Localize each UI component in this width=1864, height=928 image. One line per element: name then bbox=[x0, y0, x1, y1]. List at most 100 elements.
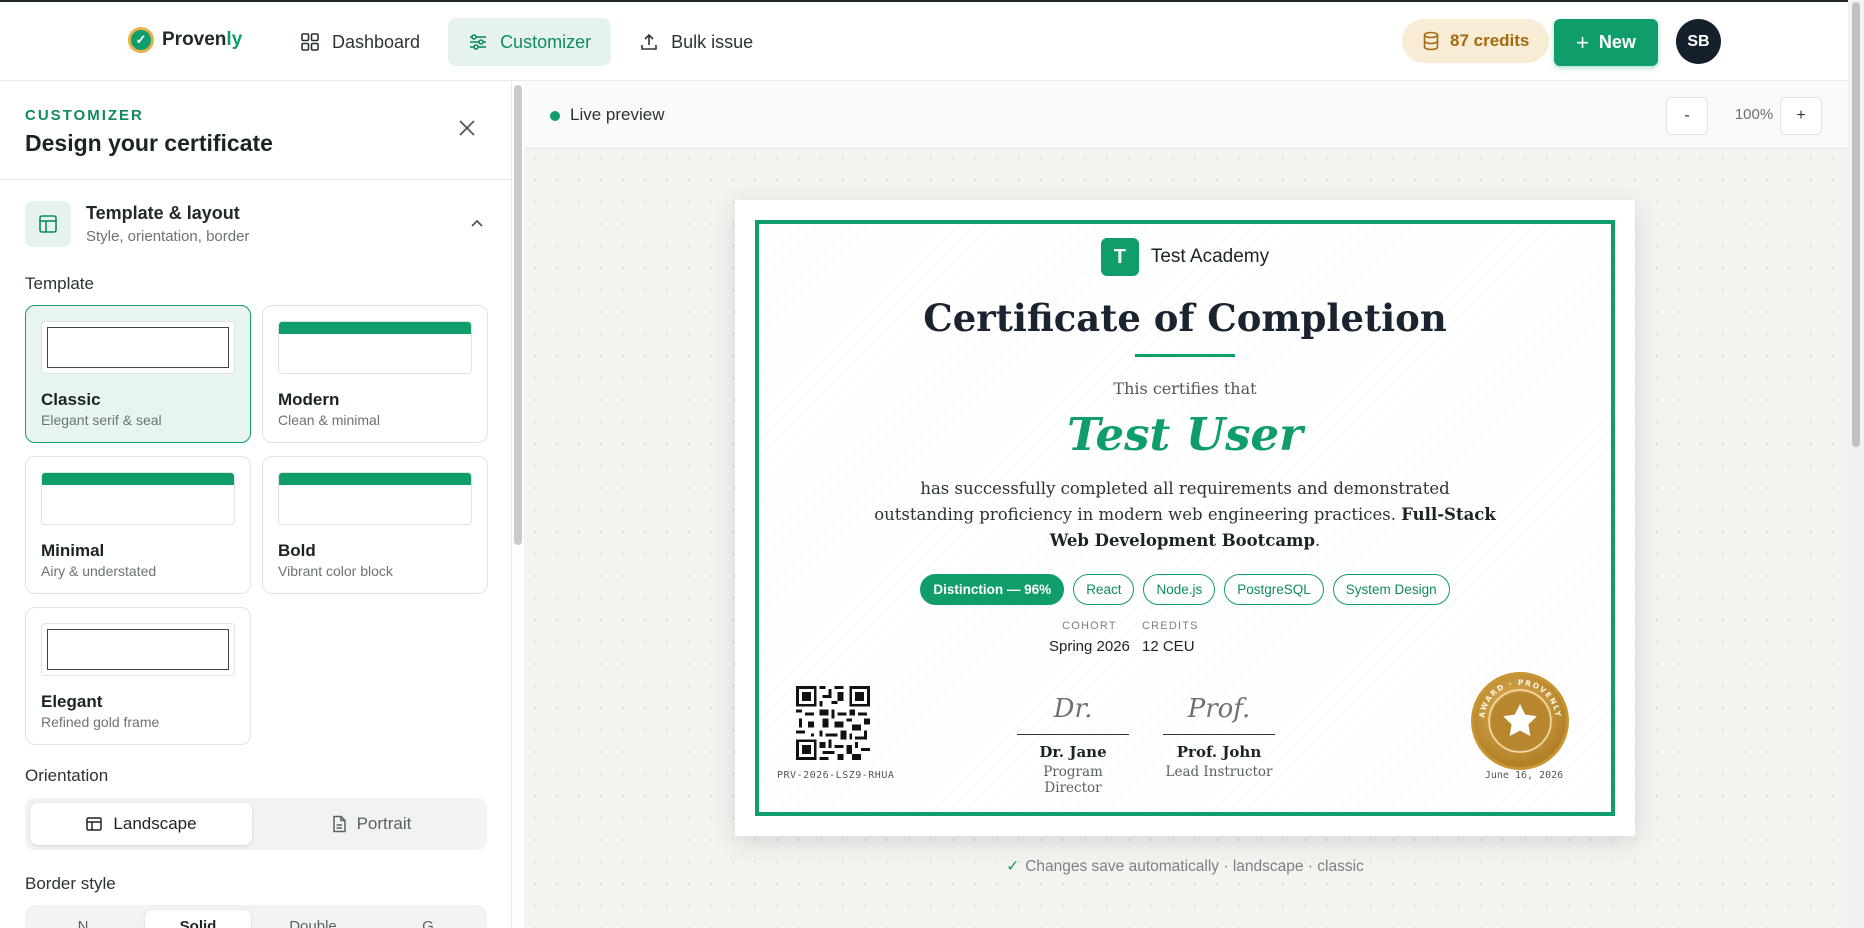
cohort-value: Spring 2026 bbox=[1049, 638, 1130, 655]
distinction-chip: Distinction — 96% bbox=[920, 574, 1065, 605]
section-title: Template & layout bbox=[86, 203, 240, 223]
signer-name: Dr. Jane bbox=[1039, 743, 1107, 761]
template-bold[interactable]: Bold Vibrant color block bbox=[262, 456, 488, 594]
orientation-landscape[interactable]: Landscape bbox=[30, 803, 252, 845]
document-icon bbox=[332, 815, 346, 833]
signature-line bbox=[1017, 734, 1129, 735]
customizer-sidebar: CUSTOMIZER Design your certificate Templ… bbox=[0, 81, 512, 928]
zoom-level: 100% bbox=[1734, 106, 1774, 123]
border-option-selected[interactable]: Solid bbox=[145, 910, 251, 928]
new-button[interactable]: + New bbox=[1554, 19, 1658, 66]
preview-toolbar: Live preview - 100% + bbox=[524, 81, 1848, 149]
template-elegant[interactable]: Elegant Refined gold frame bbox=[25, 607, 251, 745]
credits-label: CREDITS bbox=[1142, 620, 1199, 632]
credits-badge[interactable]: 87 credits bbox=[1402, 19, 1550, 63]
landscape-icon bbox=[86, 817, 103, 831]
template-thumbnail bbox=[278, 321, 472, 374]
skill-chip: System Design bbox=[1332, 574, 1450, 605]
layout-icon bbox=[25, 201, 71, 247]
nav-dashboard[interactable]: Dashboard bbox=[280, 18, 440, 66]
border-option[interactable]: Double bbox=[260, 910, 366, 928]
cohort-meta: COHORT Spring 2026 bbox=[1049, 620, 1130, 655]
orientation-label: Orientation bbox=[25, 766, 109, 785]
live-preview-label: Live preview bbox=[570, 105, 665, 124]
issue-date: June 16, 2026 bbox=[1484, 770, 1564, 781]
plus-icon: + bbox=[1576, 29, 1589, 55]
grid-icon bbox=[301, 33, 319, 51]
main-nav: Dashboard Customizer Bulk issue bbox=[280, 18, 773, 66]
template-thumbnail bbox=[41, 623, 235, 676]
nav-bulk-issue-label: Bulk issue bbox=[671, 31, 754, 52]
cohort-label: COHORT bbox=[1062, 620, 1117, 632]
nav-bulk-issue[interactable]: Bulk issue bbox=[619, 18, 773, 66]
orientation-toggle: Landscape Portrait bbox=[25, 798, 487, 850]
template-name: Bold bbox=[278, 541, 316, 560]
signature-block: Prof. Prof. John Lead Instructor bbox=[1163, 694, 1275, 780]
zoom-out-button[interactable]: - bbox=[1666, 97, 1708, 135]
certificate-title: Certificate of Completion bbox=[923, 296, 1447, 340]
skill-chip: React bbox=[1073, 574, 1135, 605]
sidebar-title: Design your certificate bbox=[25, 130, 273, 156]
new-button-label: New bbox=[1598, 32, 1636, 52]
page-scrollbar[interactable] bbox=[1848, 0, 1864, 928]
credits-label: 87 credits bbox=[1450, 31, 1530, 50]
template-layout-section-toggle[interactable]: Template & layout Style, orientation, bo… bbox=[25, 201, 487, 251]
template-modern[interactable]: Modern Clean & minimal bbox=[262, 305, 488, 443]
sliders-icon bbox=[470, 34, 487, 50]
zoom-in-button[interactable]: + bbox=[1780, 97, 1822, 135]
template-thumbnail bbox=[278, 472, 472, 525]
issuer: T Test Academy bbox=[759, 238, 1611, 276]
achievement-chips: Distinction — 96% React Node.js PostgreS… bbox=[759, 574, 1611, 605]
template-name: Classic bbox=[41, 390, 101, 409]
template-name: Elegant bbox=[41, 692, 103, 711]
template-desc: Refined gold frame bbox=[41, 714, 160, 730]
template-classic[interactable]: Classic Elegant serif & seal bbox=[25, 305, 251, 443]
recipient-name: Test User bbox=[1067, 408, 1303, 461]
nav-customizer-label: Customizer bbox=[500, 31, 592, 52]
template-desc: Vibrant color block bbox=[278, 563, 393, 579]
sidebar-scrollbar[interactable] bbox=[514, 85, 522, 545]
border-option[interactable]: G bbox=[375, 910, 481, 928]
close-icon[interactable] bbox=[456, 117, 478, 139]
scrollbar-thumb[interactable] bbox=[1852, 2, 1860, 447]
template-label: Template bbox=[25, 274, 94, 293]
check-icon: ✓ bbox=[1006, 858, 1020, 875]
orientation-portrait[interactable]: Portrait bbox=[260, 803, 482, 845]
landscape-label: Landscape bbox=[113, 814, 197, 833]
template-desc: Elegant serif & seal bbox=[41, 412, 162, 428]
template-thumbnail bbox=[41, 321, 235, 374]
certifies-text: This certifies that bbox=[1113, 379, 1257, 398]
signature-line bbox=[1163, 734, 1275, 735]
nav-customizer[interactable]: Customizer bbox=[448, 18, 612, 66]
template-minimal[interactable]: Minimal Airy & understated bbox=[25, 456, 251, 594]
issuer-name: Test Academy bbox=[1150, 246, 1270, 267]
template-name: Modern bbox=[278, 390, 340, 409]
border-option[interactable]: N bbox=[30, 910, 136, 928]
template-thumbnail bbox=[41, 472, 235, 525]
brand-logo-link[interactable]: ✓ Provenly bbox=[128, 27, 242, 53]
user-avatar[interactable]: SB bbox=[1676, 19, 1721, 64]
credits-meta: CREDITS 12 CEU bbox=[1142, 620, 1199, 655]
coins-icon bbox=[1423, 31, 1439, 51]
certificate-body: has successfully completed all requireme… bbox=[874, 479, 1496, 550]
certificate-serial: PRV-2026-LSZ9-RHUA bbox=[777, 770, 895, 781]
border-style-toggle: N Solid Double G bbox=[25, 905, 487, 928]
signature-script: Dr. bbox=[1053, 694, 1093, 724]
section-subtitle: Style, orientation, border bbox=[86, 228, 250, 245]
live-status-dot bbox=[550, 111, 560, 121]
divider bbox=[0, 179, 511, 180]
top-navbar: ✓ Provenly Dashboard Customizer Bulk iss… bbox=[0, 0, 1848, 81]
qr-code-icon bbox=[796, 686, 870, 760]
autosave-status: ✓ Changes save automatically · landscape … bbox=[524, 857, 1846, 876]
template-desc: Clean & minimal bbox=[278, 412, 380, 428]
preview-canvas: Live preview - 100% + T Test Academy Cer… bbox=[524, 81, 1848, 928]
signer-role: Lead Instructor bbox=[1165, 764, 1273, 780]
issuer-logo: T bbox=[1100, 238, 1139, 276]
skill-chip: Node.js bbox=[1143, 574, 1216, 605]
template-name: Minimal bbox=[41, 541, 105, 560]
award-seal-icon: AWARD · PROVENLY bbox=[1471, 672, 1569, 770]
autosave-text: Changes save automatically · landscape ·… bbox=[1025, 858, 1364, 875]
credits-value: 12 CEU bbox=[1142, 638, 1195, 655]
upload-icon bbox=[641, 33, 657, 50]
sidebar-eyebrow: CUSTOMIZER bbox=[25, 107, 144, 124]
